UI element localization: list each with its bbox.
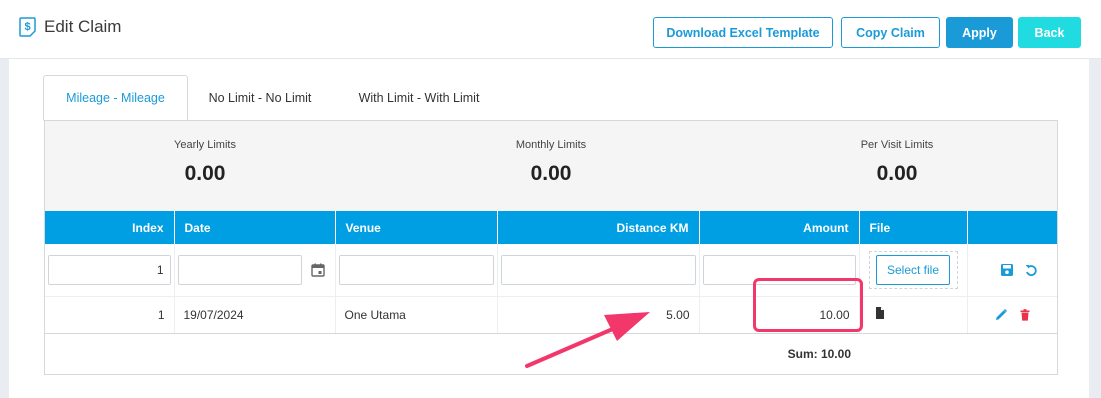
row-date: 19/07/2024: [174, 296, 336, 334]
input-row-actions: [971, 263, 1055, 277]
pencil-icon[interactable]: [994, 308, 1008, 322]
per-visit-limit-value: 0.00: [876, 162, 918, 185]
per-visit-limit: Per Visit Limits 0.00: [797, 139, 997, 186]
file-icon[interactable]: [873, 306, 887, 320]
tab-mileage[interactable]: Mileage - Mileage: [43, 75, 188, 121]
save-icon[interactable]: [1000, 263, 1014, 277]
column-header-amount: Amount: [699, 211, 860, 244]
trash-icon[interactable]: [1018, 308, 1032, 322]
row-actions: [977, 308, 1049, 322]
file-drop-zone[interactable]: Select file: [868, 250, 958, 289]
monthly-limit-label: Monthly Limits: [515, 139, 587, 151]
yearly-limit-label: Yearly Limits: [174, 139, 236, 151]
page-title-group: $ Edit Claim: [19, 14, 121, 40]
tab-no-limit[interactable]: No Limit - No Limit: [193, 75, 327, 121]
claim-card: Mileage - Mileage No Limit - No Limit Wi…: [9, 59, 1089, 398]
svg-text:$: $: [24, 21, 30, 33]
column-header-date: Date: [174, 211, 336, 244]
apply-button[interactable]: Apply: [946, 17, 1013, 48]
page-title: Edit Claim: [44, 17, 122, 36]
row-distance: 5.00: [497, 296, 700, 334]
date-field: [177, 254, 332, 285]
table-header-row: Index Date Venue Distance KM Amount File: [45, 211, 1057, 244]
limits-summary: Yearly Limits 0.00 Monthly Limits 0.00 P…: [45, 121, 1057, 211]
venue-input[interactable]: [338, 254, 494, 285]
monthly-limit-value: 0.00: [530, 162, 572, 185]
date-input[interactable]: [177, 254, 302, 285]
column-header-index: Index: [45, 211, 175, 244]
row-venue: One Utama: [335, 296, 498, 334]
yearly-limit-value: 0.00: [184, 162, 226, 185]
calendar-icon[interactable]: [310, 262, 326, 278]
column-header-venue: Venue: [335, 211, 498, 244]
back-button[interactable]: Back: [1018, 17, 1081, 48]
sum-row: Sum: 10.00: [45, 333, 1057, 374]
column-header-distance: Distance KM: [497, 211, 700, 244]
dollar-document-icon: $: [19, 17, 36, 37]
column-header-actions: [967, 211, 1057, 244]
select-file-button[interactable]: Select file: [875, 254, 951, 285]
row-index: 1: [45, 296, 175, 334]
index-input[interactable]: [48, 254, 171, 285]
amount-sum: Sum: 10.00: [787, 346, 851, 361]
column-header-file: File: [859, 211, 968, 244]
tab-with-limit[interactable]: With Limit - With Limit: [339, 75, 499, 121]
table-row: 1 19/07/2024 One Utama 5.00 10.00: [45, 296, 1057, 334]
tab-panel: Yearly Limits 0.00 Monthly Limits 0.00 P…: [44, 120, 1058, 375]
copy-claim-button[interactable]: Copy Claim: [841, 17, 940, 48]
yearly-limit: Yearly Limits 0.00: [105, 139, 305, 186]
monthly-limit: Monthly Limits 0.00: [451, 139, 651, 186]
page-header: $ Edit Claim Download Excel Template Cop…: [0, 0, 1101, 59]
new-item-input-row: Select file: [45, 244, 1057, 297]
undo-icon[interactable]: [1024, 263, 1038, 277]
amount-highlight-box: [753, 278, 863, 332]
download-excel-template-button[interactable]: Download Excel Template: [653, 17, 833, 48]
distance-input[interactable]: [500, 254, 696, 285]
claim-items-table: Index Date Venue Distance KM Amount File: [45, 211, 1057, 374]
per-visit-limit-label: Per Visit Limits: [860, 139, 934, 151]
